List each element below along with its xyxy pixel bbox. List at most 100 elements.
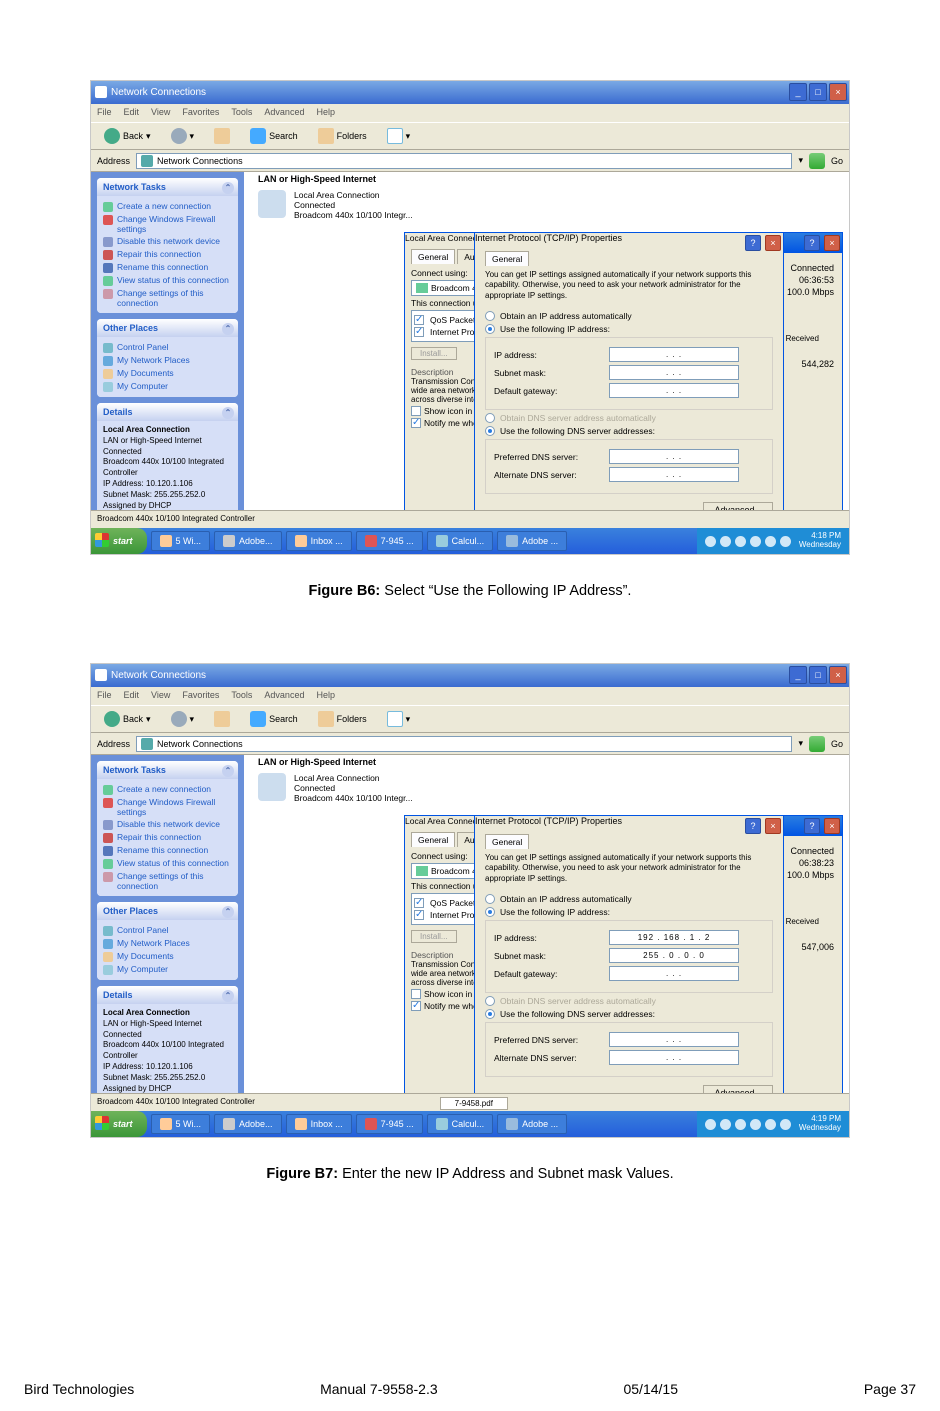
menu-help[interactable]: Help — [316, 107, 335, 119]
forward-button[interactable]: ▾ — [164, 125, 202, 147]
tray-icon[interactable] — [765, 536, 776, 547]
maximize-button[interactable]: □ — [809, 83, 827, 101]
install-button[interactable]: Install... — [411, 347, 457, 360]
task-firewall[interactable]: Change Windows Firewall settings — [103, 213, 232, 235]
address-dropdown-icon[interactable]: ▾ — [798, 155, 803, 166]
taskbar-item[interactable]: 7-945 ... — [356, 531, 423, 551]
taskbar-item[interactable]: Inbox ... — [286, 1114, 352, 1134]
address-input[interactable]: Network Connections — [136, 153, 792, 169]
tray-icon[interactable] — [720, 1119, 731, 1130]
pref-dns-input[interactable]: . . . — [609, 449, 739, 464]
task-status[interactable]: View status of this connection — [103, 274, 232, 287]
close-button[interactable]: × — [824, 818, 840, 834]
help-button[interactable]: ? — [804, 818, 820, 834]
tray-icon[interactable] — [765, 1119, 776, 1130]
radio-use-dns[interactable]: Use the following DNS server addresses: — [485, 1009, 773, 1019]
folders-button[interactable]: Folders — [311, 125, 374, 147]
menu-favorites[interactable]: Favorites — [182, 690, 219, 702]
tray-icon[interactable] — [750, 536, 761, 547]
mask-input[interactable]: . . . — [609, 365, 739, 380]
tray-icon[interactable] — [720, 536, 731, 547]
tray-icon[interactable] — [705, 536, 716, 547]
menu-edit[interactable]: Edit — [124, 107, 140, 119]
close-button[interactable]: × — [765, 818, 781, 834]
taskbar-item[interactable]: 5 Wi... — [151, 531, 211, 551]
taskbar-item[interactable]: Inbox ... — [286, 531, 352, 551]
views-button[interactable]: ▾ — [380, 125, 418, 147]
radio-use-ip[interactable]: Use the following IP address: — [485, 907, 773, 917]
close-button[interactable]: × — [829, 666, 847, 684]
up-button[interactable] — [207, 708, 237, 730]
gateway-input[interactable]: . . . — [609, 966, 739, 981]
close-button[interactable]: × — [765, 235, 781, 251]
menu-file[interactable]: File — [97, 107, 112, 119]
task-disable[interactable]: Disable this network device — [103, 235, 232, 248]
menu-view[interactable]: View — [151, 690, 170, 702]
taskbar-item[interactable]: Adobe... — [214, 531, 282, 551]
minimize-button[interactable]: _ — [789, 666, 807, 684]
up-button[interactable] — [207, 125, 237, 147]
other-my-computer[interactable]: My Computer — [103, 380, 232, 393]
task-rename[interactable]: Rename this connection — [103, 844, 232, 857]
task-repair[interactable]: Repair this connection — [103, 248, 232, 261]
taskbar-item[interactable]: Adobe ... — [497, 1114, 567, 1134]
other-network-places[interactable]: My Network Places — [103, 354, 232, 367]
tray-icon[interactable] — [735, 1119, 746, 1130]
menu-advanced[interactable]: Advanced — [264, 690, 304, 702]
other-control-panel[interactable]: Control Panel — [103, 341, 232, 354]
task-disable[interactable]: Disable this network device — [103, 818, 232, 831]
task-settings[interactable]: Change settings of this connection — [103, 287, 232, 309]
go-button[interactable] — [809, 736, 825, 752]
alt-dns-input[interactable]: . . . — [609, 1050, 739, 1065]
tray-icon[interactable] — [705, 1119, 716, 1130]
task-status[interactable]: View status of this connection — [103, 857, 232, 870]
menu-file[interactable]: File — [97, 690, 112, 702]
taskbar-item[interactable]: Adobe... — [214, 1114, 282, 1134]
folders-button[interactable]: Folders — [311, 708, 374, 730]
lan-connection-item[interactable]: Local Area Connection Connected Broadcom… — [258, 190, 413, 220]
views-button[interactable]: ▾ — [380, 708, 418, 730]
collapse-icon[interactable]: ⌃ — [222, 990, 234, 1002]
other-my-documents[interactable]: My Documents — [103, 367, 232, 380]
maximize-button[interactable]: □ — [809, 666, 827, 684]
other-control-panel[interactable]: Control Panel — [103, 924, 232, 937]
tab-general[interactable]: General — [411, 832, 455, 847]
lan-connection-item[interactable]: Local Area Connection Connected Broadcom… — [258, 773, 413, 803]
task-create[interactable]: Create a new connection — [103, 200, 232, 213]
start-button[interactable]: start — [91, 1111, 147, 1137]
taskbar-item[interactable]: Calcul... — [427, 531, 494, 551]
menu-tools[interactable]: Tools — [231, 690, 252, 702]
menu-view[interactable]: View — [151, 107, 170, 119]
taskbar-item[interactable]: 7-945 ... — [356, 1114, 423, 1134]
tray-icon[interactable] — [780, 1119, 791, 1130]
close-button[interactable]: × — [824, 235, 840, 251]
radio-obtain-ip[interactable]: Obtain an IP address automatically — [485, 311, 773, 321]
menu-advanced[interactable]: Advanced — [264, 107, 304, 119]
task-settings[interactable]: Change settings of this connection — [103, 870, 232, 892]
back-button[interactable]: Back▾ — [97, 708, 158, 730]
ip-input[interactable]: . . . — [609, 347, 739, 362]
menu-help[interactable]: Help — [316, 690, 335, 702]
other-my-computer[interactable]: My Computer — [103, 963, 232, 976]
minimize-button[interactable]: _ — [789, 83, 807, 101]
task-create[interactable]: Create a new connection — [103, 783, 232, 796]
open-doc-tab[interactable]: 7-9458.pdf — [440, 1097, 508, 1110]
tray-icon[interactable] — [735, 536, 746, 547]
other-my-documents[interactable]: My Documents — [103, 950, 232, 963]
tab-general[interactable]: General — [485, 251, 529, 266]
radio-obtain-ip[interactable]: Obtain an IP address automatically — [485, 894, 773, 904]
task-repair[interactable]: Repair this connection — [103, 831, 232, 844]
collapse-icon[interactable]: ⌃ — [222, 182, 234, 194]
alt-dns-input[interactable]: . . . — [609, 467, 739, 482]
collapse-icon[interactable]: ⌃ — [222, 765, 234, 777]
tab-general[interactable]: General — [485, 834, 529, 849]
ip-input[interactable]: 192 . 168 . 1 . 2 — [609, 930, 739, 945]
collapse-icon[interactable]: ⌃ — [222, 323, 234, 335]
task-rename[interactable]: Rename this connection — [103, 261, 232, 274]
taskbar-item[interactable]: Adobe ... — [497, 531, 567, 551]
gateway-input[interactable]: . . . — [609, 383, 739, 398]
task-firewall[interactable]: Change Windows Firewall settings — [103, 796, 232, 818]
install-button[interactable]: Install... — [411, 930, 457, 943]
help-button[interactable]: ? — [745, 818, 761, 834]
address-dropdown-icon[interactable]: ▾ — [798, 738, 803, 749]
